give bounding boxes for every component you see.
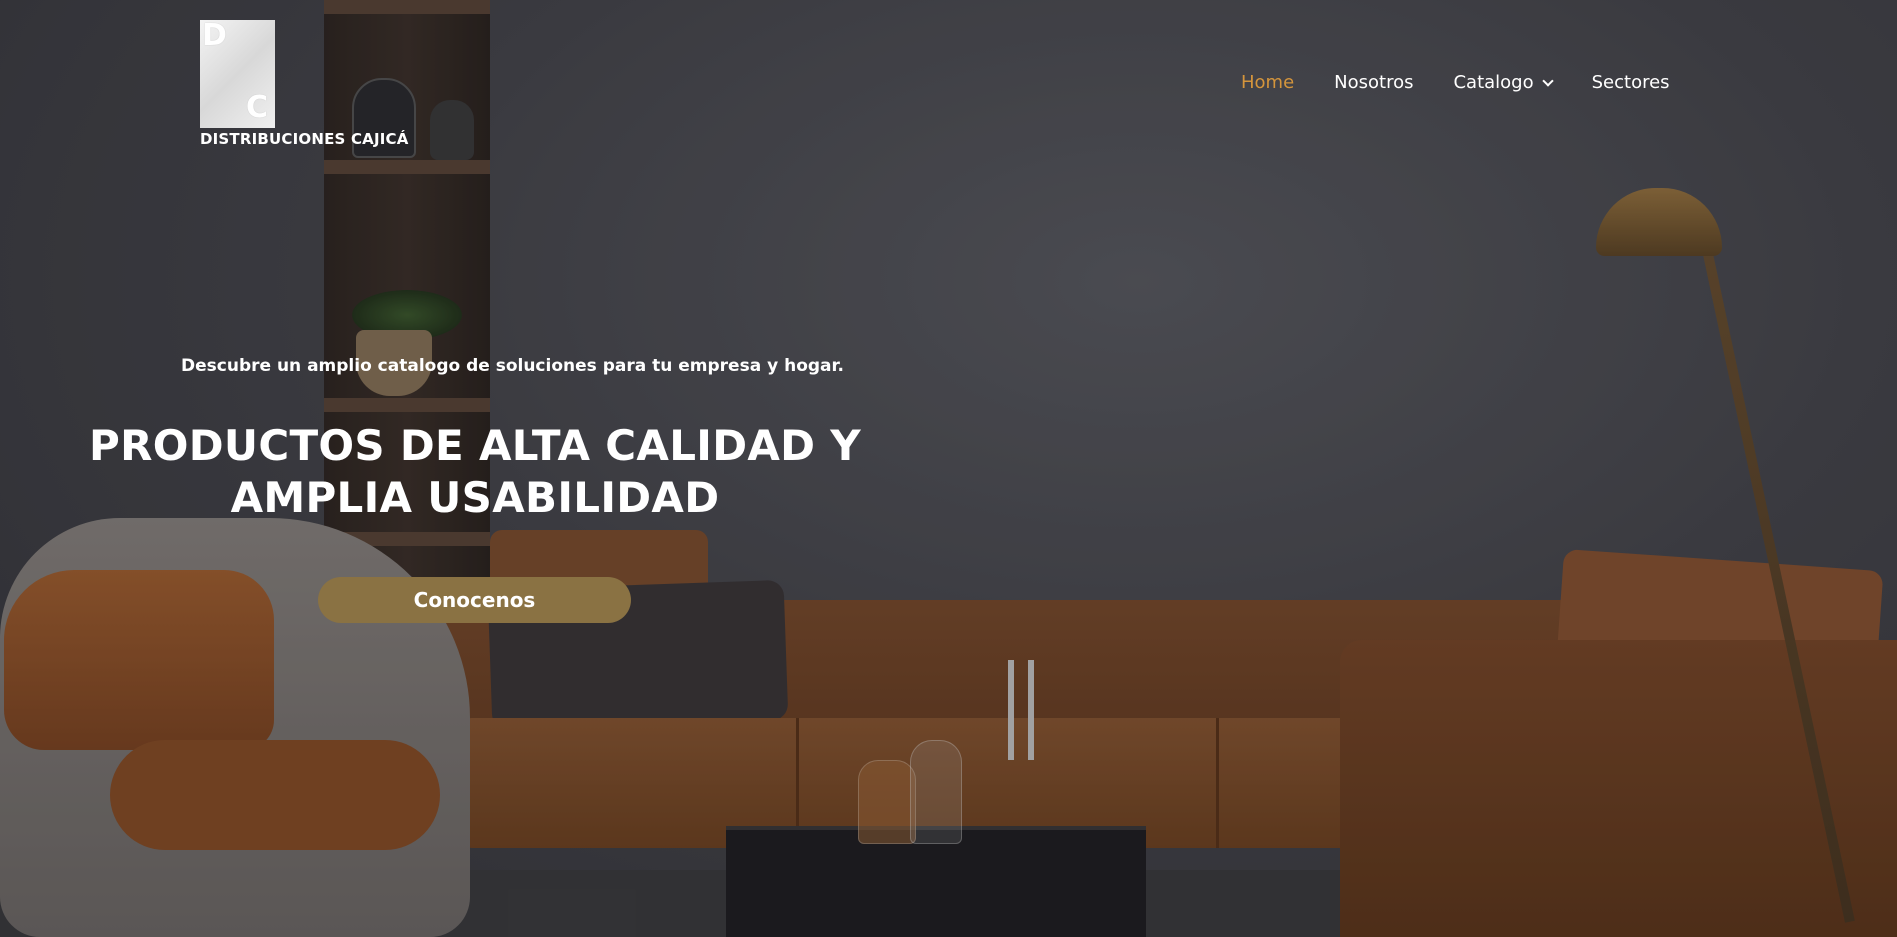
nav-item-catalogo[interactable]: Catalogo <box>1453 72 1554 93</box>
logo-letter-c: C <box>246 90 269 125</box>
hero-headline: PRODUCTOS DE ALTA CALIDAD Y AMPLIA USABI… <box>89 421 861 522</box>
logo-mark: D C <box>200 18 275 128</box>
nav-item-sectores[interactable]: Sectores <box>1592 72 1670 93</box>
nav-item-label: Home <box>1241 72 1295 93</box>
chevron-down-icon <box>1541 74 1554 87</box>
nav-item-home[interactable]: Home <box>1241 72 1294 93</box>
nav-item-label: Sectores <box>1591 72 1670 93</box>
brand-name: DISTRIBUCIONES CAJICÁ <box>200 130 409 148</box>
logo-letter-d: D <box>202 18 227 53</box>
nav-item-label: Nosotros <box>1334 72 1414 93</box>
conocenos-button[interactable]: Conocenos <box>318 577 631 623</box>
nav-item-label: Catalogo <box>1453 72 1534 93</box>
cta-label: Conocenos <box>413 588 536 612</box>
hero-subtitle: Descubre un amplio catalogo de solucione… <box>181 356 844 376</box>
hero-section: D C DISTRIBUCIONES CAJICÁ Home Nosotros … <box>0 0 1897 937</box>
main-nav: Home Nosotros Catalogo Sectores <box>1241 72 1710 93</box>
nav-item-nosotros[interactable]: Nosotros <box>1334 72 1413 93</box>
site-logo[interactable]: D C DISTRIBUCIONES CAJICÁ <box>200 18 408 148</box>
